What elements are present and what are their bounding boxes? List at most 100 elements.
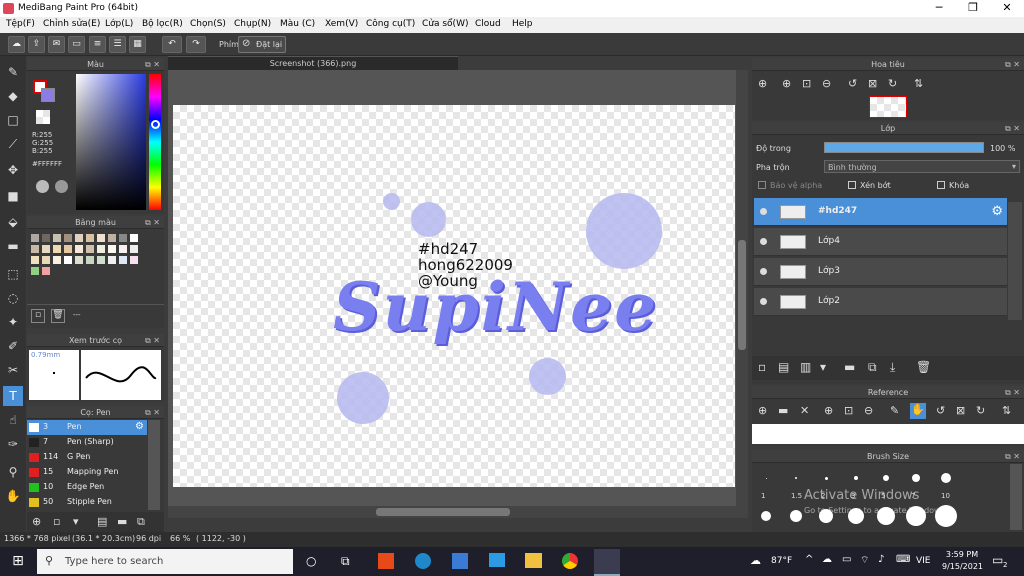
palette-swatch[interactable]	[64, 245, 72, 253]
task-view-icon[interactable]: ⧉	[341, 554, 350, 569]
menu-cloud[interactable]: Cloud	[475, 19, 501, 29]
tray-chevron-icon[interactable]: ^	[805, 554, 813, 565]
ref-open-icon[interactable]: ▬	[778, 404, 788, 417]
canvas-vscroll[interactable]	[736, 70, 748, 518]
palette-swatch[interactable]	[53, 245, 61, 253]
divide-tool-icon[interactable]: ✑	[3, 434, 23, 454]
nav-rotate-right-icon[interactable]: ↻	[888, 77, 897, 90]
menu-window[interactable]: Cửa sổ(W)	[422, 19, 468, 29]
brush-settings-icon[interactable]: ▤	[97, 515, 107, 528]
language-indicator[interactable]: VIE	[916, 556, 931, 566]
brush-size-option[interactable]	[765, 477, 767, 479]
layer-menu-icon[interactable]: ▾	[820, 360, 826, 374]
menu-view[interactable]: Xem(V)	[325, 19, 358, 29]
palette-swatch[interactable]	[53, 234, 61, 242]
layer-visibility-icon[interactable]	[760, 298, 767, 305]
notification-icon[interactable]: ▭	[992, 553, 1003, 567]
ref-reset-icon[interactable]: ⊠	[956, 404, 965, 417]
weather-icon[interactable]: ☁	[750, 554, 761, 567]
nav-zoom-icon[interactable]: ⊕	[758, 77, 767, 90]
menu-tools[interactable]: Công cụ(T)	[366, 19, 415, 29]
nav-reset-icon[interactable]: ⊠	[868, 77, 877, 90]
brush-size-scrollbar[interactable]	[1010, 464, 1022, 530]
nav-fit-icon[interactable]: ⊡	[802, 77, 811, 90]
palette-swatch[interactable]	[53, 256, 61, 264]
palette-swatch[interactable]	[31, 245, 39, 253]
brush-size-option-large[interactable]	[790, 510, 802, 522]
palette-swatch[interactable]	[108, 234, 116, 242]
operation-tool-icon[interactable]: ☝	[3, 410, 23, 430]
tray-volume-icon[interactable]: ♪	[878, 554, 884, 565]
layer-visibility-icon[interactable]	[760, 238, 767, 245]
undo-icon[interactable]: ↶	[162, 36, 182, 53]
brush-size-option[interactable]	[883, 475, 889, 481]
brush-settings-gear-icon[interactable]: ⚙	[135, 421, 144, 432]
brush-size-option[interactable]	[912, 474, 920, 482]
background-color[interactable]	[41, 88, 55, 102]
ref-zoom-in-icon[interactable]: ⊕	[824, 404, 833, 417]
ref-zoom-out-icon[interactable]: ⊖	[864, 404, 873, 417]
gradient-tool-icon[interactable]: ▬	[3, 236, 23, 256]
eyedropper-icon[interactable]: ⚲	[3, 462, 23, 482]
folder-icon[interactable]: ▬	[117, 515, 127, 528]
nav-flip-icon[interactable]: ⇅	[914, 77, 923, 90]
menu-edit[interactable]: Chỉnh sửa(E)	[43, 19, 100, 29]
ref-close-icon[interactable]: ✕	[800, 404, 809, 417]
nav-rotate-left-icon[interactable]: ↺	[848, 77, 857, 90]
new-layer-icon[interactable]: ▫	[758, 360, 766, 374]
hand-tool-icon[interactable]: ✋	[3, 486, 23, 506]
select-eraser-icon[interactable]: ✂	[3, 360, 23, 380]
delete-palette-icon[interactable]: 🗑	[51, 309, 65, 323]
palette-swatch[interactable]	[97, 234, 105, 242]
lasso-icon[interactable]: ◌	[3, 288, 23, 308]
ref-hand-icon[interactable]: ✋	[910, 403, 926, 419]
reset-button[interactable]: ⊘ Đặt lại	[238, 36, 286, 53]
blend-select[interactable]: Bình thường ▾	[824, 160, 1020, 173]
menu-filter[interactable]: Bộ lọc(R)	[142, 19, 183, 29]
new-palette-icon[interactable]: ▫	[31, 309, 45, 323]
brush-tool-icon[interactable]: ✎	[3, 62, 23, 82]
palette-swatch[interactable]	[97, 256, 105, 264]
brush-list-item[interactable]: 15 Mapping Pen	[27, 465, 147, 480]
brush-size-option[interactable]	[795, 477, 797, 479]
delete-layer-icon[interactable]: 🗑	[916, 360, 931, 374]
brush-list-item[interactable]: 3 Pen	[27, 420, 147, 435]
ref-rotate-left-icon[interactable]: ↺	[936, 404, 945, 417]
new-layer-copy-icon[interactable]: ▤	[778, 360, 789, 374]
tray-cloud-icon[interactable]: ☁	[822, 554, 832, 565]
palette-swatch[interactable]	[31, 256, 39, 264]
close-button[interactable]: ✕	[990, 0, 1024, 17]
palette-swatch[interactable]	[75, 256, 83, 264]
menu-help[interactable]: Help	[512, 19, 533, 29]
palette-swatch[interactable]	[108, 256, 116, 264]
magic-wand-icon[interactable]: ✦	[3, 312, 23, 332]
canvas[interactable]: #hd247 hong622009 @Young SupiNee	[173, 105, 735, 487]
palette-swatch[interactable]	[86, 256, 94, 264]
file-explorer-icon[interactable]	[525, 553, 542, 568]
brush-size-option[interactable]	[824, 476, 828, 480]
taskbar-search[interactable]: ⚲ Type here to search	[37, 549, 293, 574]
palette-swatch[interactable]	[64, 234, 72, 242]
select-rect-icon[interactable]: ⬚	[3, 264, 23, 284]
palette-swatch[interactable]	[42, 256, 50, 264]
duplicate-icon[interactable]: ⧉	[137, 515, 145, 529]
add-brush-icon[interactable]: ⊕	[32, 515, 41, 528]
color-settings-icon[interactable]	[55, 180, 68, 193]
saturation-value-picker[interactable]	[76, 74, 146, 210]
brush-list-item[interactable]: 10 Edge Pen	[27, 480, 147, 495]
layer-visibility-icon[interactable]	[760, 268, 767, 275]
ref-flip-icon[interactable]: ⇅	[1002, 404, 1011, 417]
menu-file[interactable]: Tệp(F)	[6, 19, 35, 29]
cloud-icon[interactable]: ☁	[8, 36, 25, 53]
palette-swatch[interactable]	[42, 267, 50, 275]
bucket-tool-icon[interactable]: ⬙	[3, 212, 23, 232]
palette-swatch[interactable]	[119, 234, 127, 242]
duplicate-layer-icon[interactable]: ⧉	[868, 360, 877, 375]
navigator-thumbnail[interactable]	[869, 96, 907, 118]
tray-battery-icon[interactable]: ▭	[842, 554, 851, 565]
menu-capture[interactable]: Chụp(N)	[234, 19, 271, 29]
opacity-slider[interactable]	[824, 142, 984, 153]
clipping-checkbox[interactable]	[848, 181, 856, 189]
hue-slider[interactable]	[149, 74, 161, 210]
new-brush-icon[interactable]: ▫	[53, 515, 60, 528]
